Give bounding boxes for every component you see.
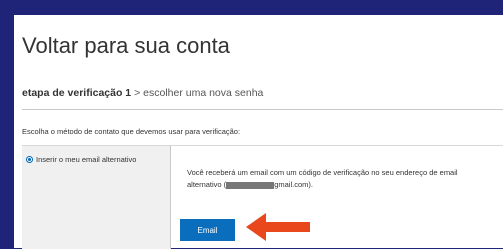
breadcrumb: etapa de verificação 1 > escolher uma no…	[22, 87, 263, 99]
method-list: Inserir o meu email alternativo	[22, 146, 171, 249]
breadcrumb-next-step: escolher uma nova senha	[143, 87, 264, 99]
breadcrumb-current-step: etapa de verificação 1	[22, 87, 132, 99]
left-arrow-icon	[246, 213, 310, 241]
method-description: Você receberá um email com um código de …	[187, 167, 503, 191]
page-title: Voltar para sua conta	[22, 33, 230, 58]
method-option-alternate-email[interactable]: Inserir o meu email alternativo	[26, 155, 136, 164]
description-line-1: Você receberá um email com um código de …	[187, 168, 458, 177]
description-line-2-prefix: alternativo (	[187, 180, 227, 189]
method-option-label: Inserir o meu email alternativo	[36, 155, 137, 164]
description-email-domain: gmail.com).	[274, 180, 313, 189]
masked-email	[226, 181, 275, 189]
breadcrumb-separator: >	[134, 87, 141, 99]
email-button[interactable]: Email	[180, 219, 235, 241]
radio-selected-icon[interactable]	[26, 156, 33, 163]
breadcrumb-divider	[22, 109, 503, 110]
instruction-text: Escolha o método de contato que devemos …	[22, 127, 241, 136]
